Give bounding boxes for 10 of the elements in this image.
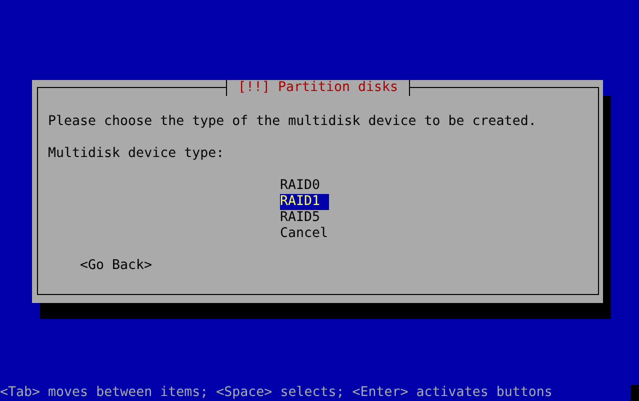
list-option[interactable]: RAID0: [280, 178, 329, 194]
status-bar-hint: <Tab> moves between items; <Space> selects; <Enter> activates buttons: [0, 385, 552, 401]
list-option[interactable]: Cancel: [280, 226, 329, 242]
list-option[interactable]: RAID1: [280, 194, 329, 210]
text-cursor-icon: [631, 385, 639, 401]
list-option[interactable]: RAID5: [280, 210, 329, 226]
go-back-button[interactable]: <Go Back>: [80, 258, 152, 274]
list-label: Multidisk device type:: [48, 146, 226, 162]
prompt-text: Please choose the type of the multidisk device to be created.: [48, 114, 538, 130]
dialog-title: [!!] Partition disks: [226, 80, 410, 96]
